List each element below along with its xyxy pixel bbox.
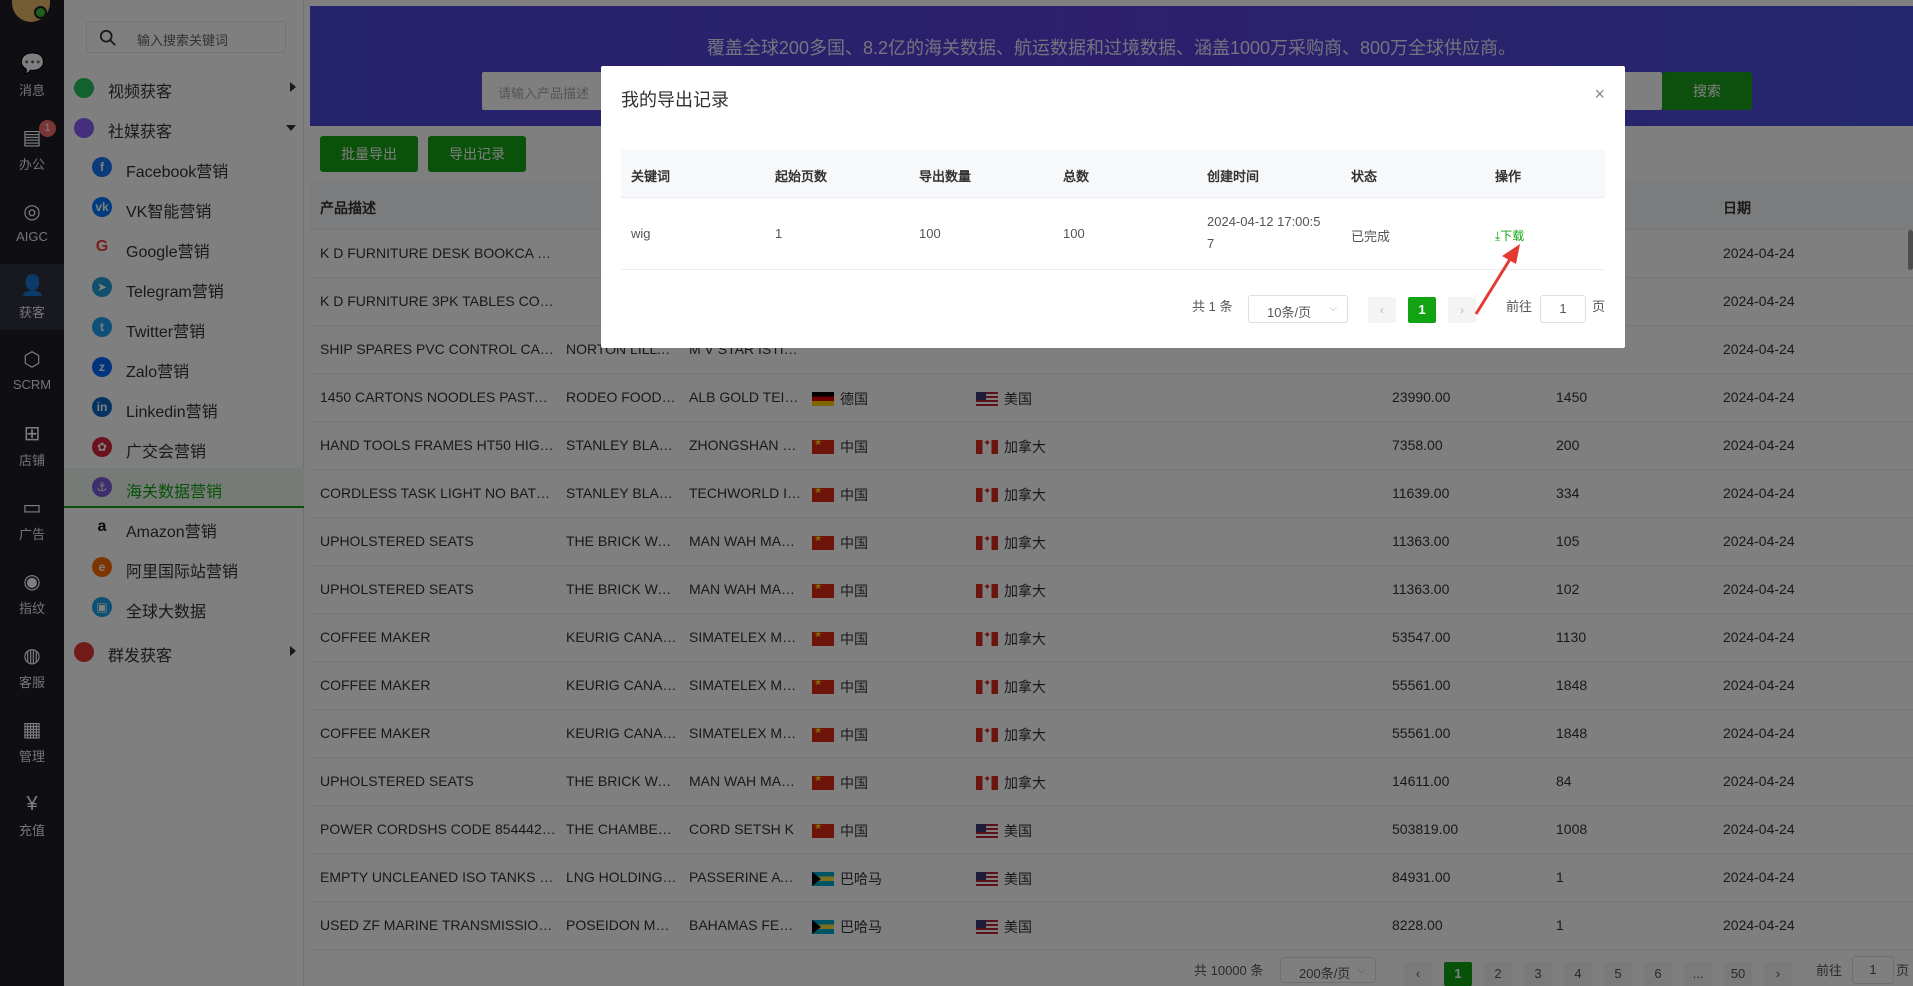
dialog-page-size-select[interactable]: 10条/页 ⌵: [1248, 295, 1348, 323]
col-start-page: 起始页数: [775, 169, 828, 184]
col-export-count: 导出数量: [919, 169, 972, 184]
dialog-prev-page-button[interactable]: ‹: [1368, 297, 1396, 323]
close-icon[interactable]: ×: [1594, 84, 1605, 105]
dialog-page-1[interactable]: 1: [1408, 297, 1436, 323]
col-created-time: 创建时间: [1207, 169, 1260, 184]
row-total: 100: [1063, 226, 1085, 241]
col-action: 操作: [1495, 169, 1522, 184]
dialog-goto-input[interactable]: 1: [1540, 295, 1586, 323]
annotation-arrow-icon: [1474, 244, 1520, 315]
row-created-time-cont: 7: [1207, 236, 1215, 251]
row-export-count: 100: [919, 226, 941, 241]
dialog-page-size-value: 10条/页: [1267, 305, 1312, 320]
chevron-down-icon: ⌵: [1329, 303, 1337, 314]
row-created-time: 2024-04-12 17:00:5: [1207, 214, 1321, 229]
row-keyword: wig: [631, 226, 651, 241]
col-total: 总数: [1063, 169, 1090, 184]
dialog-title: 我的导出记录: [621, 90, 729, 110]
col-status: 状态: [1351, 169, 1378, 184]
dialog-table-row: wig 1 100 100 2024-04-12 17:00:5 7 已完成 ⤓…: [621, 198, 1605, 270]
dialog-total: 共 1 条: [1192, 299, 1233, 314]
row-start-page: 1: [775, 226, 783, 241]
col-keyword: 关键词: [631, 169, 671, 184]
row-status: 已完成: [1351, 229, 1391, 244]
dialog-page-suffix: 页: [1592, 299, 1606, 314]
dialog-table-header: 关键词 起始页数 导出数量 总数 创建时间 状态 操作: [621, 150, 1605, 198]
